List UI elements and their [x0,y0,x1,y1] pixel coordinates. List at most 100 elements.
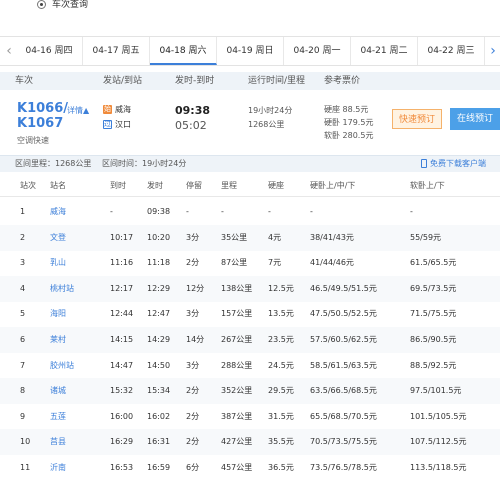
stop-no: 10 [20,437,31,446]
date-tab[interactable]: 04-20 周一 [284,37,351,65]
train-query-radio[interactable]: 车次查询 [37,0,88,10]
stop-name[interactable]: 胶州站 [50,353,74,379]
radio-selected-icon[interactable] [37,0,46,9]
stop-hard-seat: 7元 [268,258,282,267]
next-date-arrow-icon[interactable]: › [486,37,500,65]
stop-arrive: 14:15 [110,335,134,344]
pass-station-icon: 过 [103,120,112,129]
stop-arrive: 16:53 [110,463,134,472]
detail-link[interactable]: 详情▲ [67,105,89,116]
date-tabs: ‹ 04-16 周四 04-17 周五 04-18 周六 04-19 周日 04-20 … [0,36,500,66]
stop-hard-seat: 29.5元 [268,386,294,395]
stop-soft-sleeper: 69.5/73.5元 [410,284,457,293]
stop-mileage: - [221,207,224,216]
stop-name[interactable]: 莒县 [50,429,66,455]
stop-name[interactable]: 诸城 [50,378,66,404]
stop-arrive: 12:44 [110,309,134,318]
stop-stay: 3分 [186,309,200,318]
stop-row: 10 莒县 16:29 16:31 2分 427公里 35.5元 70.5/73.5/75.5… [0,429,500,455]
prev-date-arrow-icon[interactable]: ‹ [2,37,16,65]
stop-soft-sleeper: 55/59元 [410,233,442,242]
stop-table-header: 站次 站名 到时 发时 停留 里程 硬座 硬卧上/中/下 软卧上/下 [0,176,500,197]
col-hard-seat: 硬座 [268,181,284,190]
stop-arrive: 15:32 [110,386,134,395]
stop-row: 6 莱村 14:15 14:29 14分 267公里 23.5元 57.5/60.5/62.5… [0,327,500,353]
stop-soft-sleeper: 71.5/75.5元 [410,309,457,318]
stop-depart: 14:29 [147,335,171,344]
date-tab[interactable]: 04-22 周三 [418,37,485,65]
col-hard-sleeper: 硬卧上/中/下 [310,181,356,190]
run-mileage: 1268公里 [248,120,285,129]
col-stay: 停留 [186,181,202,190]
stop-depart: 14:50 [147,361,171,370]
stop-soft-sleeper: 113.5/118.5元 [410,463,467,472]
stop-soft-sleeper: 107.5/112.5元 [410,437,467,446]
stop-hard-seat: 36.5元 [268,463,294,472]
stop-row: 2 文登 10:17 10:20 3分 35公里 4元 38/41/43元 55/59元 [0,225,500,251]
stop-hard-sleeper: 73.5/76.5/78.5元 [310,463,377,472]
stop-stay: 2分 [186,412,200,421]
quick-book-button[interactable]: 快速预订 [392,109,442,129]
stop-name[interactable]: 文登 [50,225,66,251]
stop-depart: 16:02 [147,412,171,421]
train-code-primary[interactable]: K1066/ [17,102,68,116]
stop-no: 7 [20,361,26,370]
stop-soft-sleeper: - [410,207,413,216]
stop-no: 4 [20,284,26,293]
interval-info-bar: 区间里程：1268公里 区间时间：19小时24分 免费下载客户端 [0,155,500,172]
col-no: 站次 [20,181,36,190]
stop-hard-sleeper: 38/41/43元 [310,233,354,242]
stop-arrive: 12:17 [110,284,134,293]
online-book-button[interactable]: 在线预订 [450,108,500,130]
stop-no: 1 [20,207,26,216]
phone-icon [421,159,427,168]
stop-row: 5 海阳 12:44 12:47 3分 157公里 13.5元 47.5/50.5/52.5元… [0,301,500,327]
stop-stay: 2分 [186,258,200,267]
stop-mileage: 157公里 [221,309,253,318]
header-stations: 发站/到站 [103,76,143,86]
stop-hard-seat: 24.5元 [268,361,294,370]
stop-hard-seat: 13.5元 [268,309,294,318]
stop-name[interactable]: 沂南 [50,455,66,481]
header-price: 参考票价 [324,76,361,86]
stop-stay: 6分 [186,463,200,472]
stop-name[interactable]: 海阳 [50,301,66,327]
interval-mileage: 区间里程：1268公里 [15,159,92,168]
date-tab[interactable]: 04-21 周二 [351,37,418,65]
stop-hard-sleeper: 57.5/60.5/62.5元 [310,335,377,344]
stop-mileage: 288公里 [221,361,253,370]
stop-depart: 16:59 [147,463,171,472]
stop-arrive: 16:00 [110,412,134,421]
stop-mileage: 457公里 [221,463,253,472]
date-tab[interactable]: 04-16 周四 [16,37,83,65]
stop-stay: 3分 [186,361,200,370]
date-tab[interactable]: 04-19 周日 [217,37,284,65]
stop-hard-seat: - [268,207,271,216]
stop-name[interactable]: 威海 [50,199,66,225]
stop-row: 9 五莲 16:00 16:02 2分 387公里 31.5元 65.5/68.5/70.5元… [0,404,500,430]
to-station: 过汉口 [103,119,131,130]
stop-name[interactable]: 五莲 [50,404,66,430]
stop-name[interactable]: 乳山 [50,250,66,276]
stop-arrive: 10:17 [110,233,134,242]
date-tab[interactable]: 04-18 周六 [150,37,217,65]
train-type: 空调快速 [17,136,49,145]
header-duration: 运行时间/里程 [248,76,306,86]
stop-soft-sleeper: 97.5/101.5元 [410,386,462,395]
date-tab[interactable]: 04-17 周五 [83,37,150,65]
stop-stay: 12分 [186,284,205,293]
train-code-secondary[interactable]: K1067 [17,117,63,131]
stop-row: 4 桃村站 12:17 12:29 12分 138公里 12.5元 46.5/49.5/51.… [0,276,500,302]
col-depart: 发时 [147,181,163,190]
col-arrive: 到时 [110,181,126,190]
stop-row: 8 诸城 15:32 15:34 2分 352公里 29.5元 63.5/66.5/68.5元… [0,378,500,404]
stop-stay: 2分 [186,437,200,446]
price-hard-seat: 硬座 88.5元 [324,105,369,114]
stop-hard-sleeper: 70.5/73.5/75.5元 [310,437,377,446]
stop-name[interactable]: 桃村站 [50,276,74,302]
stop-arrive: - [110,207,113,216]
price-soft-sleeper: 软卧 280.5元 [324,131,374,140]
col-name: 站名 [50,181,66,190]
download-app-link[interactable]: 免费下载客户端 [421,156,486,172]
stop-name[interactable]: 莱村 [50,327,66,353]
